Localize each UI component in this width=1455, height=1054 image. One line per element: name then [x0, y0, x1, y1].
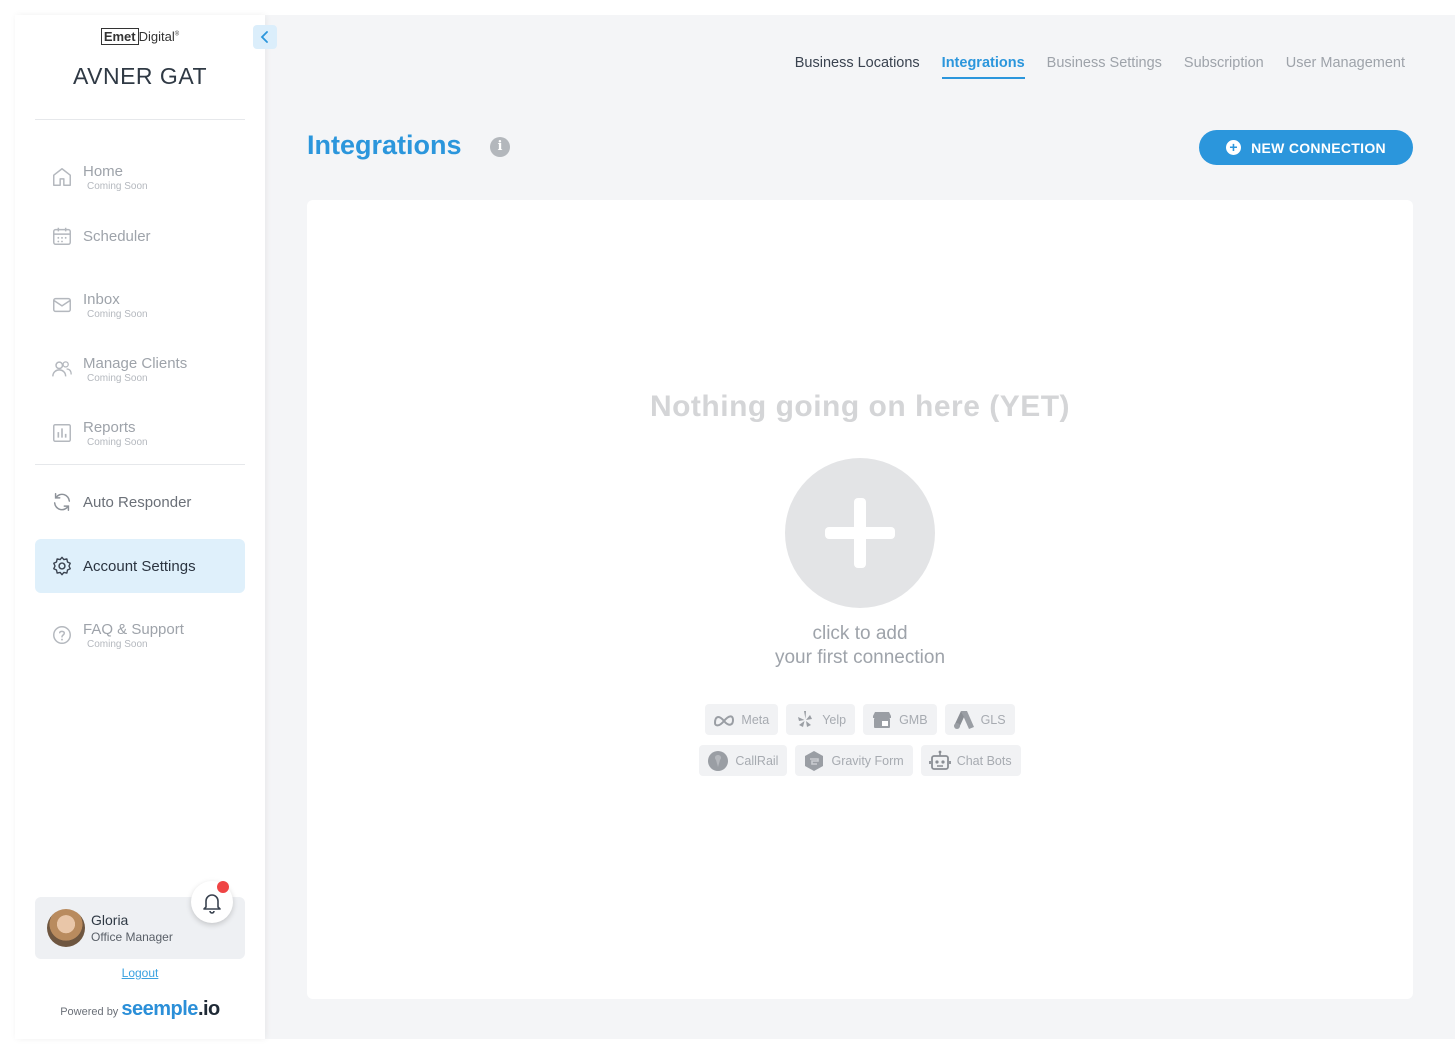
integration-chip-gls[interactable]: GLS: [944, 704, 1015, 735]
integration-label: Meta: [741, 712, 770, 727]
tab-subscription[interactable]: Subscription: [1184, 55, 1264, 79]
notification-badge: [217, 881, 229, 893]
powered-by-label: Powered by: [60, 1006, 119, 1018]
coming-soon-label: Coming Soon: [87, 436, 148, 448]
avatar: [47, 909, 85, 947]
notifications-button[interactable]: [191, 881, 233, 923]
add-connection-text[interactable]: click to add your first connection: [307, 622, 1413, 670]
help-icon: [53, 626, 71, 644]
account-name: AVNER GAT: [73, 63, 207, 89]
gravity-form-icon: [805, 750, 824, 771]
sidebar-item-reports[interactable]: Reports Coming Soon: [35, 406, 245, 460]
callrail-icon: [708, 750, 729, 771]
calendar-icon: [53, 227, 71, 245]
store-icon: [873, 711, 892, 728]
add-text-line-1: click to add: [812, 623, 908, 644]
logo-mark: ®: [174, 31, 180, 38]
robot-icon: [928, 750, 951, 770]
divider: [35, 119, 245, 120]
integration-chip-meta[interactable]: Meta: [705, 704, 779, 735]
add-text-line-2: your first connection: [774, 647, 946, 668]
coming-soon-label: Coming Soon: [87, 638, 148, 650]
add-connection-button[interactable]: [785, 458, 935, 608]
refresh-icon: [53, 493, 71, 511]
integration-chip-callrail[interactable]: CallRail: [699, 745, 788, 776]
sidebar-item-scheduler[interactable]: Scheduler: [35, 209, 245, 263]
integration-label: GMB: [899, 712, 928, 727]
integration-chip-yelp[interactable]: Yelp: [786, 704, 856, 735]
seemple-logo: seemple.io: [121, 998, 220, 1020]
divider: [35, 464, 245, 465]
user-name: Gloria: [91, 912, 129, 928]
integration-label: Chat Bots: [956, 753, 1012, 768]
brand-tld: .io: [197, 998, 220, 1020]
integration-chip-chat-bots[interactable]: Chat Bots: [920, 745, 1021, 776]
home-icon: [53, 168, 71, 186]
gear-icon: [53, 556, 71, 576]
sidebar-item-auto-responder[interactable]: Auto Responder: [35, 475, 245, 529]
sidebar-item-faq-support[interactable]: FAQ & Support Coming Soon: [35, 608, 245, 662]
user-role: Office Manager: [91, 930, 173, 944]
app-window: Emet Digital® AVNER GAT Home Coming Soon S…: [15, 15, 1455, 1039]
integration-label: CallRail: [735, 753, 779, 768]
integration-chip-gravity-form[interactable]: Gravity Form: [795, 745, 913, 776]
meta-icon: [714, 714, 735, 726]
tab-user-management[interactable]: User Management: [1286, 55, 1405, 79]
tab-business-settings[interactable]: Business Settings: [1047, 55, 1162, 79]
bell-icon: [203, 894, 221, 914]
sidebar-item-label: Scheduler: [83, 227, 151, 245]
info-icon[interactable]: i: [490, 137, 510, 157]
integrations-row: Meta Yelp GMB GLS: [307, 704, 1413, 735]
yelp-icon: [798, 710, 813, 727]
integration-label: GLS: [980, 712, 1006, 727]
coming-soon-label: Coming Soon: [87, 372, 148, 384]
integrations-row: CallRail Gravity Form Chat Bots: [307, 745, 1413, 776]
emet-digital-logo: Emet Digital®: [15, 28, 265, 45]
page-title: Integrations: [307, 130, 462, 160]
chart-icon: [53, 424, 71, 442]
integration-label: Yelp: [822, 712, 847, 727]
sidebar-item-label: FAQ & Support: [83, 620, 184, 638]
coming-soon-label: Coming Soon: [87, 180, 148, 192]
integrations-panel: Nothing going on here (YET) click to add…: [307, 200, 1413, 999]
brand-main: seemple: [121, 998, 198, 1020]
new-connection-label: NEW CONNECTION: [1251, 139, 1386, 156]
logout-link[interactable]: Logout: [15, 966, 265, 980]
sidebar-item-label: Auto Responder: [83, 493, 192, 511]
tab-business-locations[interactable]: Business Locations: [795, 55, 920, 79]
empty-state-title: Nothing going on here (YET): [649, 390, 1071, 423]
settings-tabs: Business Locations Integrations Business…: [795, 55, 1405, 79]
coming-soon-label: Coming Soon: [87, 308, 148, 320]
powered-by: Powered by seemple.io: [15, 998, 265, 1021]
sidebar-item-label: Manage Clients: [83, 354, 188, 372]
sidebar-item-account-settings[interactable]: Account Settings: [35, 539, 245, 593]
sidebar-item-label: Account Settings: [83, 557, 196, 575]
plus-circle-icon: +: [1226, 140, 1242, 155]
sidebar-item-home[interactable]: Home Coming Soon: [35, 150, 245, 204]
mail-icon: [53, 297, 71, 313]
sidebar-item-inbox[interactable]: Inbox Coming Soon: [35, 278, 245, 332]
new-connection-button[interactable]: + NEW CONNECTION: [1199, 130, 1413, 165]
users-icon: [52, 361, 72, 377]
sidebar: Emet Digital® AVNER GAT Home Coming Soon S…: [15, 15, 277, 1039]
sidebar-item-label: Inbox: [83, 290, 120, 308]
logo-prefix: Emet: [100, 28, 139, 45]
sidebar-item-label: Reports: [83, 418, 136, 436]
google-ads-icon: [953, 710, 974, 729]
logo-suffix: Digital: [138, 29, 175, 44]
integration-label: Gravity Form: [831, 753, 904, 768]
sidebar-item-label: Home: [83, 162, 124, 180]
integration-chip-gmb[interactable]: GMB: [863, 704, 937, 735]
tab-integrations[interactable]: Integrations: [941, 55, 1025, 79]
sidebar-item-manage-clients[interactable]: Manage Clients Coming Soon: [35, 342, 245, 396]
